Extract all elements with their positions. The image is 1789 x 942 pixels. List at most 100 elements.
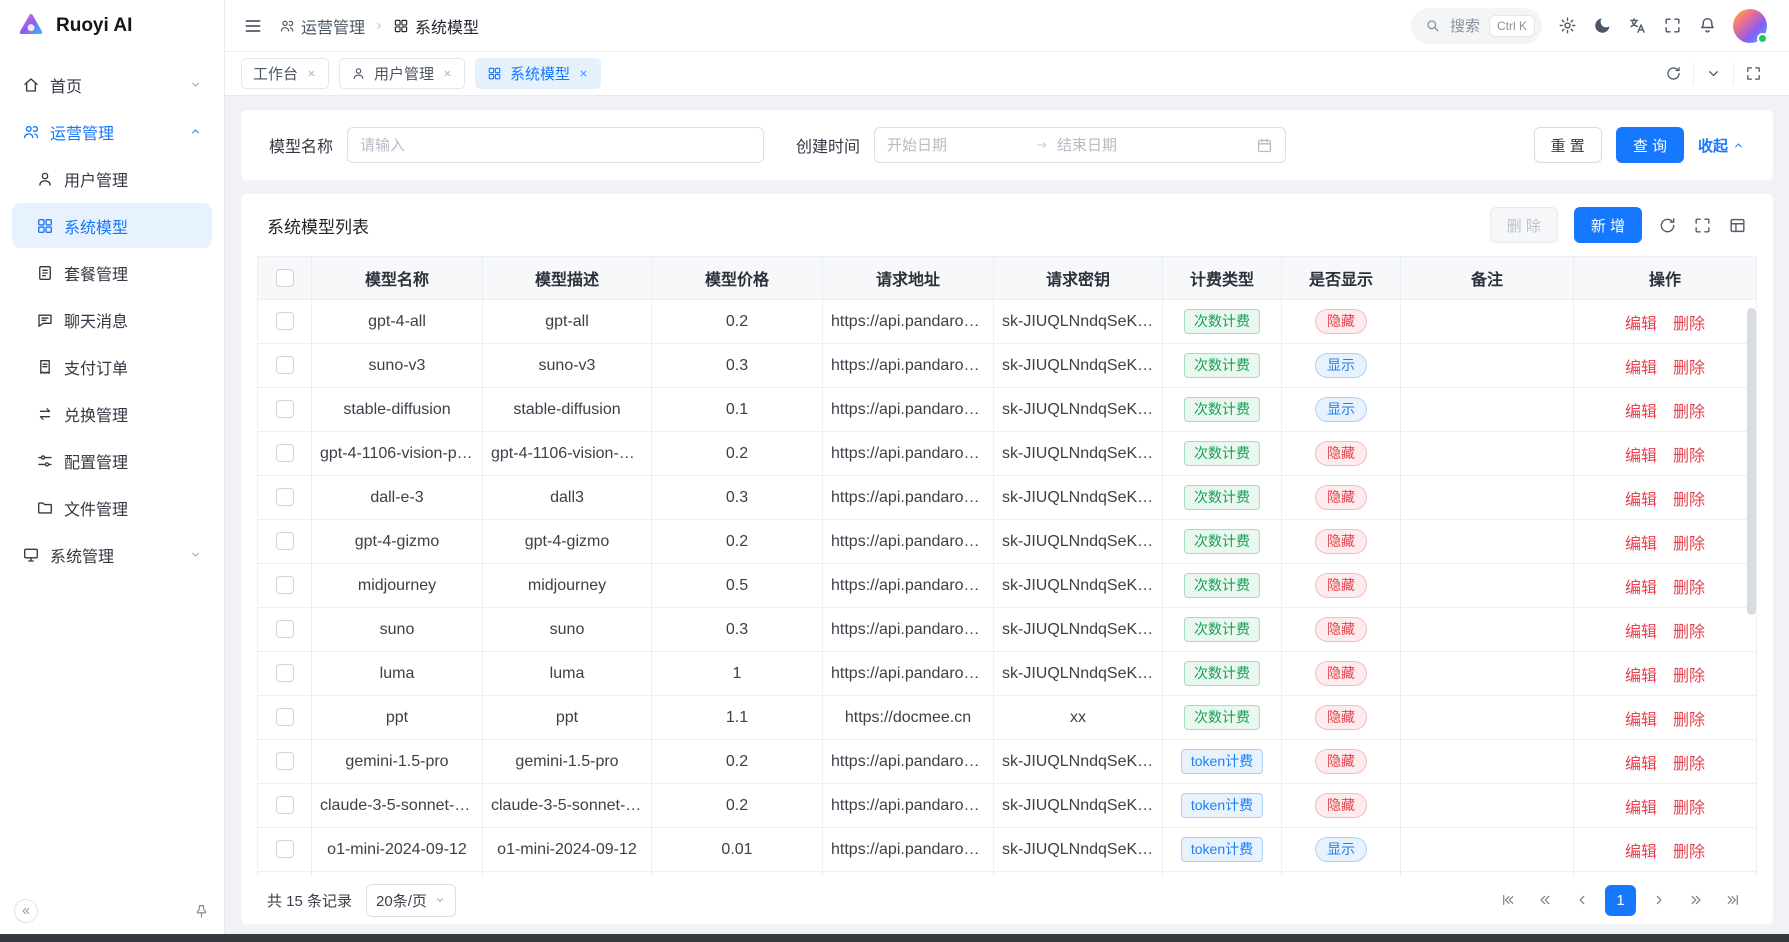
column-settings-icon[interactable] — [1728, 216, 1747, 235]
model-name-input[interactable] — [347, 127, 764, 163]
delete-link[interactable]: 删除 — [1673, 800, 1705, 817]
sidebar-item-home[interactable]: 首页 — [12, 62, 212, 107]
sidebar-subitem[interactable]: 配置管理 — [12, 438, 212, 483]
row-checkbox[interactable] — [276, 400, 294, 418]
row-checkbox[interactable] — [276, 356, 294, 374]
row-checkbox[interactable] — [276, 752, 294, 770]
date-range-picker[interactable] — [874, 127, 1286, 163]
close-icon[interactable] — [442, 68, 453, 79]
batch-delete-button[interactable]: 删 除 — [1490, 207, 1558, 243]
tab-item[interactable]: 用户管理 — [339, 58, 465, 89]
row-checkbox[interactable] — [276, 796, 294, 814]
breadcrumb-item[interactable]: 运营管理 — [279, 14, 365, 38]
edit-link[interactable]: 编辑 — [1625, 536, 1657, 553]
user-avatar[interactable] — [1733, 9, 1767, 43]
tab-menu-chevron-icon[interactable] — [1693, 63, 1733, 85]
dark-mode-icon[interactable] — [1593, 16, 1612, 35]
sidebar-subitem[interactable]: 支付订单 — [12, 344, 212, 389]
sidebar-subitem[interactable]: 系统模型 — [12, 203, 212, 248]
table-fullscreen-icon[interactable] — [1693, 216, 1712, 235]
cell-visibility: 隐藏 — [1282, 652, 1401, 696]
settings-icon[interactable] — [1558, 16, 1577, 35]
content-fullscreen-icon[interactable] — [1733, 63, 1773, 85]
table-scrollbar[interactable] — [1747, 302, 1756, 870]
sidebar-pin-icon[interactable] — [193, 903, 210, 920]
row-checkbox[interactable] — [276, 708, 294, 726]
sidebar-item-operation[interactable]: 运营管理 — [12, 109, 212, 154]
fullscreen-icon[interactable] — [1663, 16, 1682, 35]
row-checkbox[interactable] — [276, 444, 294, 462]
delete-link[interactable]: 删除 — [1673, 316, 1705, 333]
row-checkbox[interactable] — [276, 312, 294, 330]
row-checkbox[interactable] — [276, 620, 294, 638]
close-icon[interactable] — [578, 68, 589, 79]
notifications-icon[interactable] — [1698, 16, 1717, 35]
query-button[interactable]: 查 询 — [1616, 127, 1684, 163]
delete-link[interactable]: 删除 — [1673, 360, 1705, 377]
sidebar-subitem[interactable]: 套餐管理 — [12, 250, 212, 295]
delete-link[interactable]: 删除 — [1673, 492, 1705, 509]
sidebar-subitem[interactable]: 用户管理 — [12, 156, 212, 201]
next-page-button[interactable] — [1645, 886, 1673, 914]
row-checkbox[interactable] — [276, 532, 294, 550]
tab-item[interactable]: 工作台 — [241, 58, 329, 89]
collapse-filter-link[interactable]: 收起 — [1698, 135, 1745, 156]
sidebar-item-system[interactable]: 系统管理 — [12, 532, 212, 577]
edit-link[interactable]: 编辑 — [1625, 404, 1657, 421]
app-logo[interactable]: Ruoyi AI — [0, 0, 224, 52]
close-icon[interactable] — [306, 68, 317, 79]
last-page-button[interactable] — [1719, 886, 1747, 914]
edit-link[interactable]: 编辑 — [1625, 756, 1657, 773]
user-icon — [351, 66, 366, 81]
edit-link[interactable]: 编辑 — [1625, 492, 1657, 509]
sidebar-subitem[interactable]: 兑换管理 — [12, 391, 212, 436]
cell-remark — [1401, 828, 1574, 872]
row-checkbox[interactable] — [276, 840, 294, 858]
edit-link[interactable]: 编辑 — [1625, 316, 1657, 333]
first-page-button[interactable] — [1494, 886, 1522, 914]
edit-link[interactable]: 编辑 — [1625, 844, 1657, 861]
current-page-button[interactable]: 1 — [1605, 885, 1636, 916]
next-pages-button[interactable] — [1682, 886, 1710, 914]
tab-item[interactable]: 系统模型 — [475, 58, 601, 89]
prev-pages-button[interactable] — [1531, 886, 1559, 914]
prev-page-button[interactable] — [1568, 886, 1596, 914]
delete-link[interactable]: 删除 — [1673, 712, 1705, 729]
delete-link[interactable]: 删除 — [1673, 844, 1705, 861]
row-checkbox[interactable] — [276, 664, 294, 682]
edit-link[interactable]: 编辑 — [1625, 668, 1657, 685]
language-icon[interactable] — [1628, 16, 1647, 35]
page-size-select[interactable]: 20条/页 — [366, 884, 456, 917]
row-checkbox[interactable] — [276, 488, 294, 506]
global-search[interactable]: 搜索 Ctrl K — [1411, 8, 1542, 44]
breadcrumb-item-current[interactable]: 系统模型 — [393, 14, 479, 38]
edit-link[interactable]: 编辑 — [1625, 448, 1657, 465]
delete-link[interactable]: 删除 — [1673, 404, 1705, 421]
select-all-checkbox[interactable] — [276, 269, 294, 287]
scrollbar-thumb[interactable] — [1747, 308, 1756, 615]
delete-link[interactable]: 删除 — [1673, 448, 1705, 465]
sidebar-subitem[interactable]: 聊天消息 — [12, 297, 212, 342]
delete-link[interactable]: 删除 — [1673, 580, 1705, 597]
delete-link[interactable]: 删除 — [1673, 756, 1705, 773]
billing-type-badge: 次数计费 — [1184, 353, 1260, 379]
delete-link[interactable]: 删除 — [1673, 536, 1705, 553]
row-checkbox[interactable] — [276, 576, 294, 594]
refresh-table-icon[interactable] — [1658, 216, 1677, 235]
end-date-input[interactable] — [1057, 137, 1197, 154]
edit-link[interactable]: 编辑 — [1625, 580, 1657, 597]
reset-button[interactable]: 重 置 — [1534, 127, 1602, 163]
edit-link[interactable]: 编辑 — [1625, 800, 1657, 817]
edit-link[interactable]: 编辑 — [1625, 360, 1657, 377]
edit-link[interactable]: 编辑 — [1625, 712, 1657, 729]
hamburger-menu-icon[interactable] — [243, 16, 263, 36]
refresh-page-icon[interactable] — [1654, 63, 1693, 85]
delete-link[interactable]: 删除 — [1673, 668, 1705, 685]
chevron-right-icon — [373, 20, 385, 32]
edit-link[interactable]: 编辑 — [1625, 624, 1657, 641]
sidebar-subitem[interactable]: 文件管理 — [12, 485, 212, 530]
start-date-input[interactable] — [887, 137, 1027, 154]
sidebar-collapse-button[interactable] — [14, 899, 38, 923]
add-button[interactable]: 新 增 — [1574, 207, 1642, 243]
delete-link[interactable]: 删除 — [1673, 624, 1705, 641]
